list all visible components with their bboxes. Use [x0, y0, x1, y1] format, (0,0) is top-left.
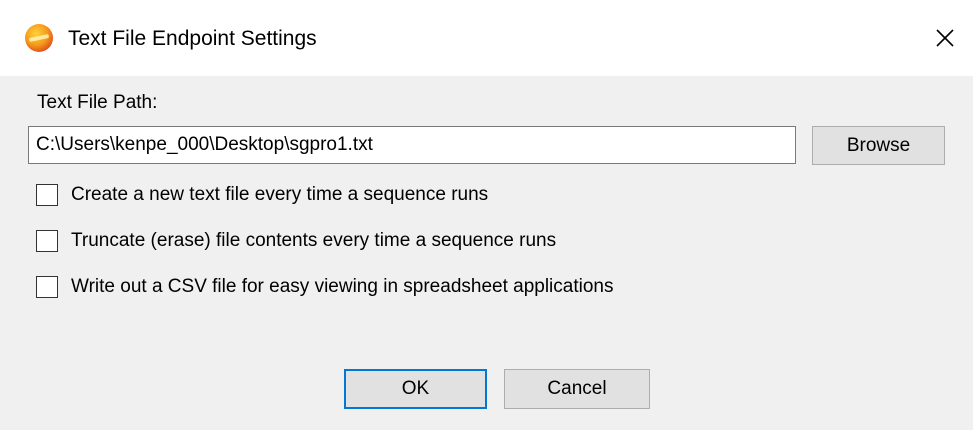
csv-checkbox[interactable]: [36, 276, 58, 298]
csv-label: Write out a CSV file for easy viewing in…: [71, 276, 614, 297]
new-file-label: Create a new text file every time a sequ…: [71, 184, 489, 205]
truncate-label: Truncate (erase) file contents every tim…: [71, 230, 557, 251]
window-title: Text File Endpoint Settings: [68, 27, 317, 50]
close-button[interactable]: [925, 18, 965, 58]
text-file-path-input[interactable]: [28, 126, 796, 164]
dialog-window: Text File Endpoint Settings Text File Pa…: [0, 0, 973, 430]
text-file-path-label: Text File Path:: [37, 92, 158, 113]
new-file-checkbox[interactable]: [36, 184, 58, 206]
close-icon: [936, 29, 954, 47]
browse-button[interactable]: Browse: [812, 126, 945, 165]
option-write-csv[interactable]: Write out a CSV file for easy viewing in…: [36, 275, 613, 299]
option-new-file-per-run[interactable]: Create a new text file every time a sequ…: [36, 183, 488, 207]
title-bar: Text File Endpoint Settings: [0, 0, 973, 76]
cancel-button[interactable]: Cancel: [504, 369, 650, 409]
ok-button[interactable]: OK: [344, 369, 487, 409]
app-icon: [25, 24, 53, 52]
truncate-checkbox[interactable]: [36, 230, 58, 252]
option-truncate-file[interactable]: Truncate (erase) file contents every tim…: [36, 229, 556, 253]
